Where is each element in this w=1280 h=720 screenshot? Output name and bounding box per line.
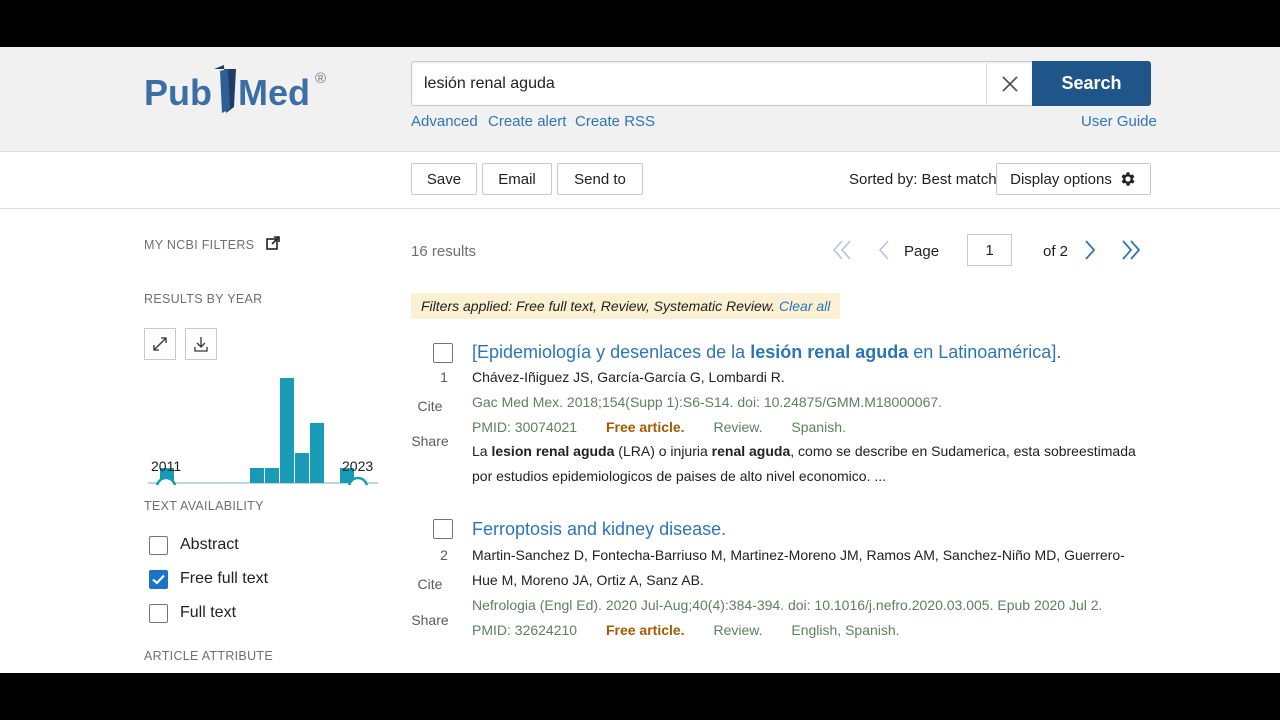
page-total: of 2 <box>1043 243 1069 260</box>
snippet-highlight: lesion renal aguda <box>491 443 615 459</box>
pmid: PMID: 30074021 <box>472 419 578 435</box>
filter-full-text[interactable]: Full text <box>149 602 236 624</box>
snippet-text: por estudios epidemiologicos de paises d… <box>472 468 887 484</box>
search-box <box>411 61 1033 106</box>
year-bar[interactable] <box>310 423 324 483</box>
title-highlight: lesión renal aguda <box>750 342 909 362</box>
results-by-year-heading: RESULTS BY YEAR <box>144 292 263 306</box>
share-button-2[interactable]: Share <box>400 612 460 628</box>
result-citation-2: Nefrologia (Engl Ed). 2020 Jul-Aug;40(4)… <box>472 597 1103 613</box>
header: Pub Med ® Search Advanced Create alert C… <box>0 47 1280 152</box>
text-availability-heading: TEXT AVAILABILITY <box>144 499 264 513</box>
filter-free-full-text[interactable]: Free full text <box>149 568 268 590</box>
close-icon <box>1001 75 1018 92</box>
abstract-checkbox[interactable] <box>149 535 168 555</box>
review-badge: Review. <box>713 622 763 638</box>
result-snippet-1: La lesion renal aguda (LRA) o injuria re… <box>472 439 1136 489</box>
result-title-1[interactable]: [Epidemiología y desenlaces de la lesión… <box>472 342 1061 363</box>
year-range-start-handle[interactable] <box>155 476 177 485</box>
pubmed-logo[interactable]: Pub Med ® <box>144 61 334 121</box>
snippet-text: La <box>472 443 492 459</box>
user-guide-link[interactable]: User Guide <box>1081 113 1157 130</box>
snippet-text: (LRA) o injuria <box>614 443 712 459</box>
article-attribute-heading: ARTICLE ATTRIBUTE <box>144 649 273 663</box>
gear-icon <box>1121 172 1135 186</box>
display-options-label: Display options <box>1010 170 1112 188</box>
double-chevron-right-icon <box>1122 240 1141 260</box>
svg-text:Pub: Pub <box>144 72 212 113</box>
year-range-end-handle[interactable] <box>347 476 369 485</box>
result-authors-2-line2: Hue M, Moreno JA, Ortiz A, Sanz AB. <box>472 572 704 588</box>
chevron-left-icon <box>878 240 889 260</box>
last-page-button[interactable] <box>1118 237 1144 263</box>
first-page-button[interactable] <box>829 237 855 263</box>
result-authors-1: Chávez-Iñiguez JS, García-García G, Lomb… <box>472 369 785 385</box>
title-part: en Latinoamérica]. <box>908 342 1062 362</box>
result-checkbox-2[interactable] <box>433 519 453 539</box>
result-number-2: 2 <box>440 547 448 563</box>
language-label: English, Spanish. <box>791 622 900 638</box>
page-label: Page <box>904 243 940 260</box>
filters-applied-text: Filters applied: Free full text, Review,… <box>421 298 776 314</box>
review-badge: Review. <box>713 419 763 435</box>
create-rss-link[interactable]: Create RSS <box>575 113 655 130</box>
abstract-label: Abstract <box>180 536 239 553</box>
full-text-checkbox[interactable] <box>149 603 168 623</box>
pubmed-page: Pub Med ® Search Advanced Create alert C… <box>0 47 1280 673</box>
sort-label[interactable]: Sorted by: Best match <box>849 171 997 188</box>
clear-search-button[interactable] <box>986 62 1032 105</box>
result-meta-1: PMID: 30074021 Free article. Review. Spa… <box>472 419 846 435</box>
advanced-link[interactable]: Advanced <box>411 113 478 130</box>
save-button[interactable]: Save <box>411 163 477 195</box>
cite-button-1[interactable]: Cite <box>400 398 460 414</box>
year-start-label: 2011 <box>151 458 182 474</box>
filter-abstract[interactable]: Abstract <box>149 534 239 556</box>
filters-applied-banner: Filters applied: Free full text, Review,… <box>411 293 841 319</box>
year-bar[interactable] <box>250 468 264 483</box>
external-link-icon <box>266 236 280 250</box>
free-article-badge: Free article. <box>605 622 685 638</box>
next-page-button[interactable] <box>1079 237 1101 263</box>
free-full-text-checkbox[interactable] <box>149 569 168 589</box>
previous-page-button[interactable] <box>873 237 895 263</box>
my-ncbi-filters-label: MY NCBI FILTERS <box>144 238 255 252</box>
year-bar[interactable] <box>265 468 279 483</box>
result-title-2[interactable]: Ferroptosis and kidney disease. <box>472 519 726 540</box>
result-meta-2: PMID: 32624210 Free article. Review. Eng… <box>472 622 900 638</box>
svg-text:Med: Med <box>238 72 310 113</box>
search-input[interactable] <box>424 62 984 105</box>
result-authors-2-line1: Martin-Sanchez D, Fontecha-Barriuso M, M… <box>472 547 1125 563</box>
clear-all-link[interactable]: Clear all <box>779 298 830 314</box>
year-bar[interactable] <box>295 453 309 483</box>
cite-button-2[interactable]: Cite <box>400 576 460 592</box>
snippet-text: , como se describe en Sudamerica, esta s… <box>790 443 1136 459</box>
search-button[interactable]: Search <box>1032 61 1151 106</box>
checkmark-icon <box>152 574 165 585</box>
year-end-label: 2023 <box>342 458 374 474</box>
result-citation-1: Gac Med Mex. 2018;154(Supp 1):S6-S14. do… <box>472 394 943 410</box>
create-alert-link[interactable]: Create alert <box>488 113 566 130</box>
year-bar[interactable] <box>280 378 294 483</box>
result-number-1: 1 <box>440 369 448 385</box>
share-button-1[interactable]: Share <box>400 433 460 449</box>
result-checkbox-1[interactable] <box>433 343 453 363</box>
page-number-input[interactable] <box>967 234 1012 266</box>
pmid: PMID: 32624210 <box>472 622 578 638</box>
language-label: Spanish. <box>791 419 846 435</box>
double-chevron-left-icon <box>832 240 851 260</box>
email-button[interactable]: Email <box>482 163 552 195</box>
results-count: 16 results <box>411 243 477 260</box>
svg-text:®: ® <box>315 70 326 87</box>
results-toolbar: Save Email Send to Sorted by: Best match… <box>0 153 1280 209</box>
free-full-text-label: Free full text <box>180 570 269 587</box>
snippet-highlight: renal aguda <box>711 443 791 459</box>
full-text-label: Full text <box>180 604 237 621</box>
send-to-button[interactable]: Send to <box>557 163 643 195</box>
my-ncbi-filters-heading[interactable]: MY NCBI FILTERS <box>144 236 280 252</box>
title-part: [Epidemiología y desenlaces de la <box>472 342 751 362</box>
free-article-badge: Free article. <box>605 419 685 435</box>
chevron-right-icon <box>1085 240 1096 260</box>
display-options-button[interactable]: Display options <box>996 163 1151 195</box>
